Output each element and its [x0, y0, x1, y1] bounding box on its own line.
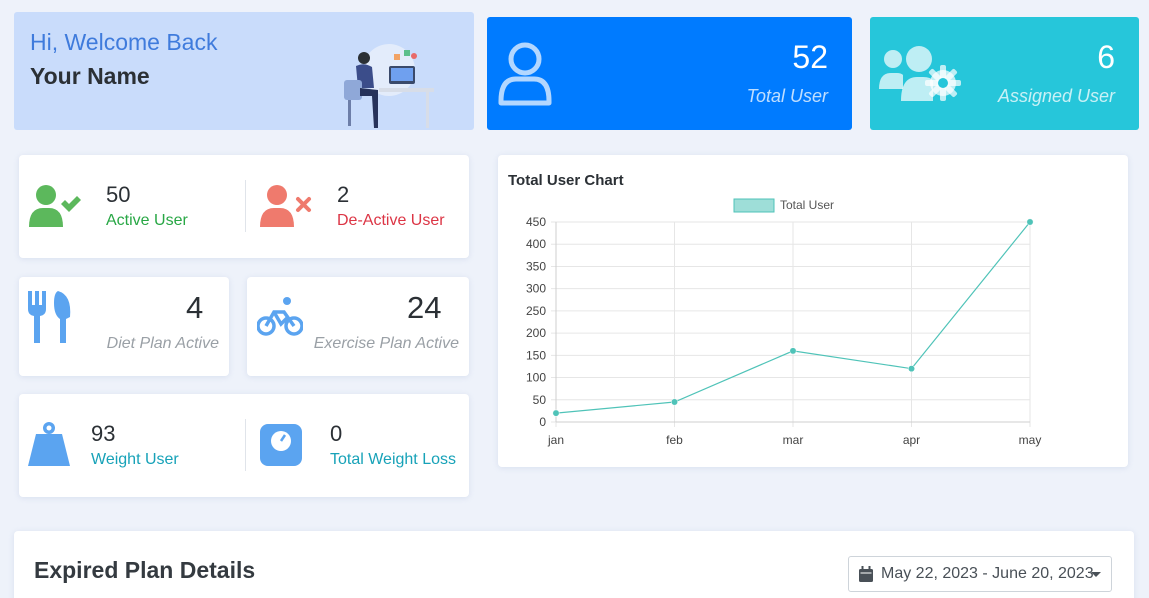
y-tick-label: 0 [539, 415, 546, 429]
welcome-card: Hi, Welcome Back Your Name [14, 12, 474, 130]
data-point [908, 365, 915, 373]
x-tick-label: jan [547, 433, 564, 447]
users-gear-icon [879, 46, 961, 101]
y-tick-label: 50 [533, 393, 547, 407]
date-range-text: May 22, 2023 - June 20, 2023 [881, 565, 1094, 582]
y-tick-label: 100 [526, 371, 546, 385]
divider [245, 180, 246, 232]
exercise-plan-label: Exercise Plan Active [313, 335, 459, 352]
total-weight-loss-count: 0 [330, 421, 343, 446]
y-tick-label: 250 [526, 304, 546, 318]
diet-plan-count: 4 [186, 290, 204, 325]
diet-plan-label: Diet Plan Active [106, 335, 219, 352]
y-tick-label: 400 [526, 237, 546, 251]
total-user-line-chart: 0 50 100 150 200 250 300 350 400 450 jan feb mar apr m… [526, 198, 1042, 447]
total-user-chart-card: Total User Chart 0 50 100 150 200 250 300 350 40… [498, 155, 1128, 467]
total-user-card[interactable]: 52 Total User [487, 17, 852, 130]
data-point [789, 347, 797, 355]
active-user-label: Active User [106, 212, 188, 229]
divider [245, 419, 246, 471]
diet-plan-card[interactable]: 4 Diet Plan Active [19, 277, 229, 376]
user-status-card: 50 Active User 2 De-Active User [19, 155, 469, 258]
active-user-count: 50 [106, 182, 131, 207]
assigned-user-label: Assigned User [997, 86, 1115, 106]
user-name: Your Name [30, 63, 150, 89]
weight-icon [28, 422, 70, 466]
utensils-icon [28, 291, 71, 343]
assigned-user-count: 6 [1097, 39, 1115, 75]
total-user-count: 52 [792, 39, 828, 75]
exercise-plan-count: 24 [407, 290, 442, 325]
user-icon [498, 42, 552, 106]
x-tick-label: mar [783, 433, 804, 447]
welcome-greeting: Hi, Welcome Back [30, 29, 218, 55]
data-point [671, 398, 678, 406]
weight-user-count: 93 [91, 421, 116, 446]
x-tick-label: may [1019, 433, 1042, 447]
workspace-illustration [344, 44, 434, 128]
data-point [552, 409, 560, 417]
deactive-user-label: De-Active User [337, 212, 445, 229]
x-tick-label: apr [903, 433, 920, 447]
bicycle-icon [257, 297, 303, 336]
deactive-user-count: 2 [337, 182, 350, 207]
caret-down-icon [1091, 572, 1101, 577]
user-times-icon [260, 185, 311, 227]
legend-label: Total User [780, 198, 834, 212]
weight-user-label: Weight User [91, 451, 179, 468]
y-tick-label: 350 [526, 259, 546, 273]
legend-swatch [733, 198, 775, 213]
scale-icon [260, 424, 302, 466]
y-tick-label: 200 [526, 326, 546, 340]
total-user-label: Total User [746, 86, 828, 106]
total-weight-loss-label: Total Weight Loss [330, 451, 456, 468]
data-point [1026, 218, 1034, 226]
y-tick-label: 300 [526, 282, 546, 296]
assigned-user-card[interactable]: 6 Assigned User [870, 17, 1139, 130]
x-tick-label: feb [666, 433, 683, 447]
y-tick-label: 150 [526, 348, 546, 362]
y-tick-label: 450 [526, 215, 546, 229]
expired-plan-title: Expired Plan Details [34, 557, 256, 583]
calendar-icon [859, 566, 873, 582]
user-check-icon [29, 185, 81, 227]
exercise-plan-card[interactable]: 24 Exercise Plan Active [247, 277, 469, 376]
date-range-picker[interactable]: May 22, 2023 - June 20, 2023 [848, 556, 1112, 592]
weight-card: 93 Weight User 0 Total Weight Loss [19, 394, 469, 497]
expired-plan-card: Expired Plan Details May 22, 2023 - June… [14, 531, 1134, 598]
